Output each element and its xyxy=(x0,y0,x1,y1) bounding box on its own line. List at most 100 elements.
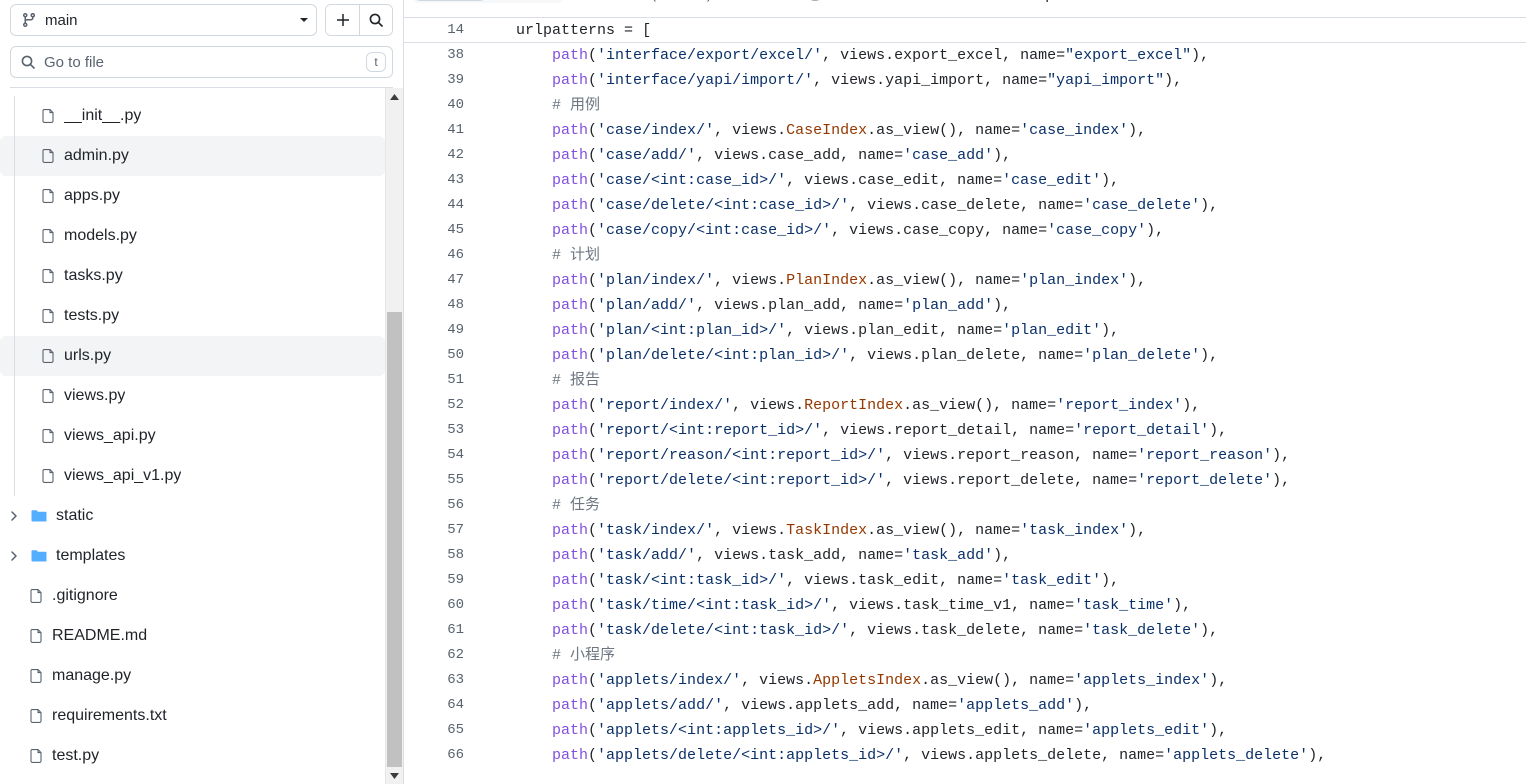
code-line: 55 path('report/delete/<int:report_id>/'… xyxy=(404,468,1526,493)
tree-file-readme-md[interactable]: README.md xyxy=(0,616,385,656)
scrollbar-down-button[interactable] xyxy=(385,767,403,784)
line-number[interactable]: 40 xyxy=(404,93,480,118)
line-number[interactable]: 58 xyxy=(404,543,480,568)
file-tree-sidebar: main Go to file t __init__.py admin.py a… xyxy=(0,0,404,784)
code-token-pun xyxy=(480,97,552,114)
file-icon xyxy=(28,626,44,646)
line-number[interactable]: 41 xyxy=(404,118,480,143)
tree-item-label: tasks.py xyxy=(64,267,123,284)
tree-file-views-py[interactable]: views.py xyxy=(0,376,385,416)
code-token-id: urlpatterns xyxy=(516,21,616,39)
line-content: urlpatterns = [ xyxy=(480,18,1526,43)
tree-file-apps-py[interactable]: apps.py xyxy=(0,176,385,216)
git-branch-icon xyxy=(21,12,37,28)
line-number[interactable]: 52 xyxy=(404,393,480,418)
code-pane: CodeBlame 89 lines (86 loc) · 5.08 KB Co… xyxy=(404,0,1526,784)
line-number[interactable]: 42 xyxy=(404,143,480,168)
search-code-button[interactable] xyxy=(359,5,392,35)
line-number[interactable]: 63 xyxy=(404,668,480,693)
sidebar-scrollbar[interactable] xyxy=(385,88,403,784)
code-token-str: 'plan/add/' xyxy=(597,297,697,314)
line-number[interactable]: 53 xyxy=(404,418,480,443)
tree-folder-static[interactable]: static xyxy=(0,496,385,536)
tree-file-manage-py[interactable]: manage.py xyxy=(0,656,385,696)
tree-file-requirements-txt[interactable]: requirements.txt xyxy=(0,696,385,736)
line-number[interactable]: 51 xyxy=(404,368,480,393)
line-number[interactable]: 56 xyxy=(404,493,480,518)
line-number[interactable]: 61 xyxy=(404,618,480,643)
scrollbar-track[interactable] xyxy=(386,105,404,767)
tree-item-label: static xyxy=(56,507,94,524)
code-token-str: 'case_index' xyxy=(1020,122,1129,139)
code-token-cmt: # 用例 xyxy=(552,97,601,114)
line-number[interactable]: 64 xyxy=(404,693,480,718)
copilot-promo[interactable]: Code 55% faster with GitHub Copilot xyxy=(807,0,1073,3)
go-to-file-shortcut-badge: t xyxy=(366,52,386,72)
code-token-pun: [ xyxy=(642,21,652,39)
line-number[interactable]: 48 xyxy=(404,293,480,318)
line-number[interactable]: 38 xyxy=(404,43,480,68)
tree-folder-templates[interactable]: templates xyxy=(0,536,385,576)
code-token-str: 'task/delete/<int:task_id>/' xyxy=(597,622,850,639)
tree-file-gitignore[interactable]: .gitignore xyxy=(0,576,385,616)
line-number[interactable]: 39 xyxy=(404,68,480,93)
tree-file-urls-py[interactable]: urls.py xyxy=(0,336,385,376)
tab-blame[interactable]: Blame xyxy=(488,0,563,1)
line-number[interactable]: 65 xyxy=(404,718,480,743)
code-token-id: , views. xyxy=(714,522,787,539)
code-line: 56 # 任务 xyxy=(404,493,1526,518)
tree-item-label: README.md xyxy=(52,627,148,644)
add-file-button[interactable] xyxy=(326,5,359,35)
code-token-str: 'report/reason/<int:report_id>/' xyxy=(597,447,886,464)
line-number[interactable]: 55 xyxy=(404,468,480,493)
tree-file-views-api-v1-py[interactable]: views_api_v1.py xyxy=(0,456,385,496)
line-number[interactable]: 60 xyxy=(404,593,480,618)
code-token-str: 'task_delete' xyxy=(1083,622,1201,639)
scrollbar-thumb[interactable] xyxy=(386,312,402,767)
chevron-right-icon[interactable] xyxy=(6,550,22,562)
code-token-pun: ( xyxy=(588,597,598,614)
code-token-str: 'applets/delete/<int:applets_id>/' xyxy=(597,747,904,764)
line-number[interactable]: 54 xyxy=(404,443,480,468)
branch-name-label: main xyxy=(45,11,78,29)
line-number[interactable]: 59 xyxy=(404,568,480,593)
line-number[interactable]: 62 xyxy=(404,643,480,668)
tab-code[interactable]: Code xyxy=(414,0,486,1)
line-number[interactable]: 50 xyxy=(404,343,480,368)
go-to-file-input[interactable]: Go to file t xyxy=(10,46,393,78)
line-number[interactable]: 45 xyxy=(404,218,480,243)
tree-file-views-api-py[interactable]: views_api.py xyxy=(0,416,385,456)
line-content: path('report/delete/<int:report_id>/', v… xyxy=(480,468,1526,493)
file-icon xyxy=(28,586,44,606)
code-token-str: 'task_edit' xyxy=(1002,572,1102,589)
code-token-str: 'case/index/' xyxy=(597,122,715,139)
code-token-pun: ), xyxy=(1200,197,1219,214)
code-token-pun: (), name= xyxy=(975,397,1057,414)
line-number[interactable]: 66 xyxy=(404,743,480,768)
scrollbar-up-button[interactable] xyxy=(385,88,403,105)
tree-file-test-py[interactable]: test.py xyxy=(0,736,385,776)
tree-file-init-py[interactable]: __init__.py xyxy=(0,96,385,136)
tree-file-tasks-py[interactable]: tasks.py xyxy=(0,256,385,296)
line-number[interactable]: 46 xyxy=(404,243,480,268)
tree-file-tests-py[interactable]: tests.py xyxy=(0,296,385,336)
line-content: path('case/index/', views.CaseIndex.as_v… xyxy=(480,118,1526,143)
sidebar-header: main Go to file t xyxy=(0,0,403,88)
code-token-pun: ( xyxy=(588,347,598,364)
line-number[interactable]: 43 xyxy=(404,168,480,193)
line-number[interactable]: 14 xyxy=(404,18,480,43)
tree-item-label: views_api.py xyxy=(64,427,156,444)
tree-file-models-py[interactable]: models.py xyxy=(0,216,385,256)
line-number[interactable]: 44 xyxy=(404,193,480,218)
code-line: 46 # 计划 xyxy=(404,243,1526,268)
line-number[interactable]: 49 xyxy=(404,318,480,343)
tree-file-admin-py[interactable]: admin.py xyxy=(0,136,385,176)
branch-selector-button[interactable]: main xyxy=(10,4,317,36)
code-token-fn: path xyxy=(552,222,589,239)
code-token-pun: ), xyxy=(1308,747,1327,764)
chevron-right-icon[interactable] xyxy=(6,510,22,522)
line-number[interactable]: 47 xyxy=(404,268,480,293)
code-line: 58 path('task/add/', views.task_add, nam… xyxy=(404,543,1526,568)
code-line: 48 path('plan/add/', views.plan_add, nam… xyxy=(404,293,1526,318)
line-number[interactable]: 57 xyxy=(404,518,480,543)
